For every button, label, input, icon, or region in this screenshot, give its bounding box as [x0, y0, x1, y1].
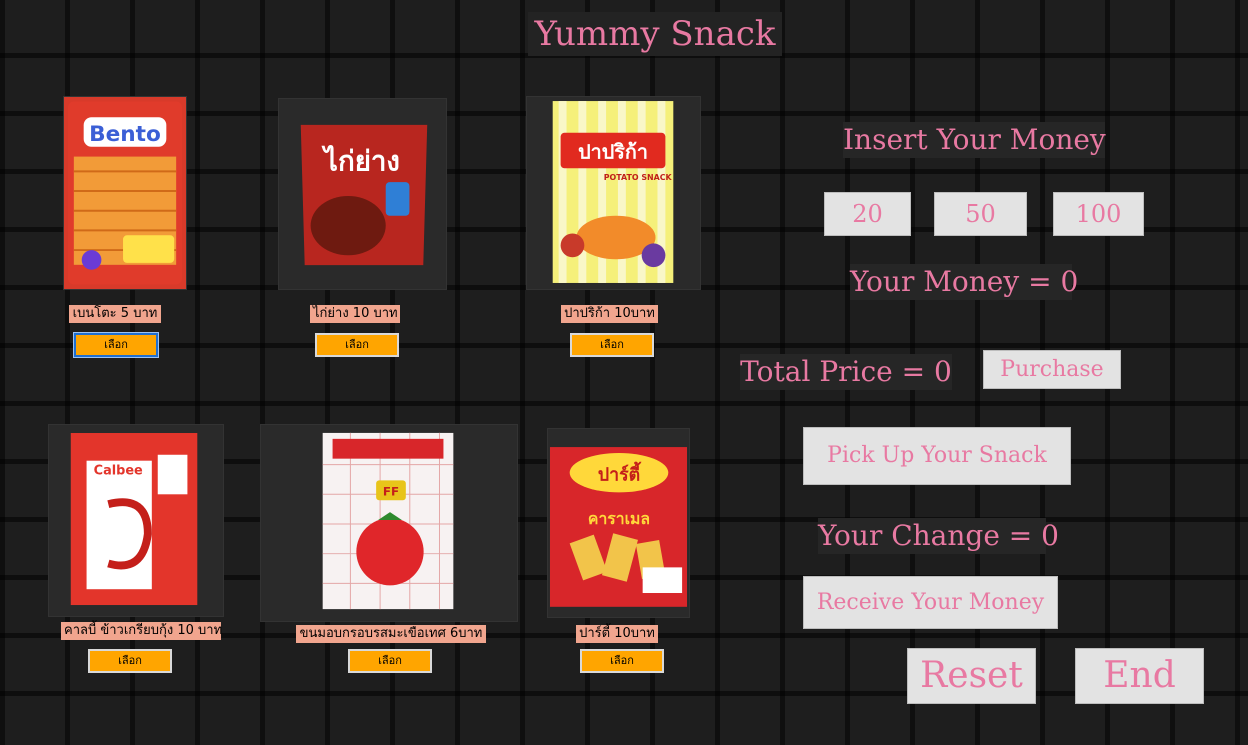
- pick-up-snack-button[interactable]: Pick Up Your Snack: [803, 427, 1071, 485]
- calbee-snack-image: Calbee: [48, 424, 224, 617]
- paprika-snack-image: ปาปริก้า POTATO SNACK: [526, 96, 701, 290]
- product-name-paprika: ปาปริก้า 10บาท: [561, 305, 658, 323]
- insert-50-button[interactable]: 50: [934, 192, 1027, 236]
- app-title: Yummy Snack: [528, 12, 782, 56]
- svg-text:POTATO SNACK: POTATO SNACK: [604, 173, 673, 182]
- select-calbee-button[interactable]: เลือก: [88, 649, 172, 673]
- svg-text:Calbee: Calbee: [94, 464, 143, 479]
- reset-button[interactable]: Reset: [907, 648, 1036, 704]
- svg-text:ปาปริก้า: ปาปริก้า: [578, 140, 648, 163]
- product-name-party: ปาร์ตี้ 10บาท: [576, 625, 658, 643]
- select-bento-button[interactable]: เลือก: [73, 332, 159, 358]
- product-name-bento: เบนโตะ 5 บาท: [69, 305, 161, 323]
- select-party-button[interactable]: เลือก: [580, 649, 664, 673]
- select-tomato-cracker-button[interactable]: เลือก: [348, 649, 432, 673]
- bento-snack-image: Bento: [63, 96, 187, 290]
- insert-money-label: Insert Your Money: [843, 122, 1106, 158]
- your-change-display: Your Change = 0: [818, 518, 1059, 554]
- product-name-kai-yang: ไก่ย่าง 10 บาท: [310, 305, 400, 323]
- receive-money-button[interactable]: Receive Your Money: [803, 576, 1058, 629]
- product-name-tomato-cracker: ขนมอบกรอบรสมะเขือเทศ 6บาท: [296, 625, 486, 643]
- product-name-calbee: คาลบี้ ข้าวเกรียบกุ้ง 10 บาท: [61, 622, 222, 640]
- kai-yang-snack-image: ไก่ย่าง: [278, 98, 447, 290]
- insert-20-button[interactable]: 20: [824, 192, 911, 236]
- svg-text:คาราเมล: คาราเมล: [588, 509, 650, 528]
- total-price-display: Total Price = 0: [740, 354, 952, 390]
- tomato-cracker-snack-image: FF: [260, 424, 518, 622]
- party-snack-image: ปาร์ตี้ คาราเมล: [547, 428, 690, 618]
- end-button[interactable]: End: [1075, 648, 1204, 704]
- insert-100-button[interactable]: 100: [1053, 192, 1144, 236]
- your-money-display: Your Money = 0: [850, 264, 1079, 300]
- select-kai-yang-button[interactable]: เลือก: [315, 333, 399, 357]
- svg-text:ไก่ย่าง: ไก่ย่าง: [321, 144, 400, 177]
- purchase-button[interactable]: Purchase: [983, 350, 1121, 389]
- svg-text:Bento: Bento: [89, 122, 161, 147]
- select-paprika-button[interactable]: เลือก: [570, 333, 654, 357]
- svg-text:FF: FF: [383, 484, 399, 498]
